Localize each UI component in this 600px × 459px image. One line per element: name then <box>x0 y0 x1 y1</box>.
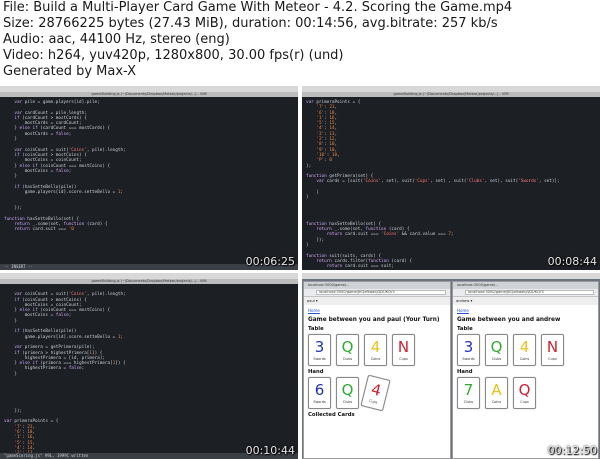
card-suit: Coins <box>491 400 502 404</box>
home-link[interactable]: Home <box>457 308 594 313</box>
playing-card[interactable]: N Cups <box>392 334 415 366</box>
card-value: N <box>546 338 559 356</box>
table-cards: 3 Swords Q Clubs 4 Coins N Cups <box>457 334 594 366</box>
hand-cards: 6 Swords Q Clubs 4 Cups <box>308 374 446 412</box>
table-cards: 3 Swords Q Clubs 4 Coins N Cups <box>308 334 446 366</box>
browser-window-andrew: localhost:3000/game/... localhost:3000/g… <box>452 281 599 459</box>
card-suit: Clubs <box>342 357 353 361</box>
thumbnail-1: MacVim File Edit Tools Syntax Buffers Wi… <box>0 86 298 270</box>
playing-card[interactable]: 4 Cups <box>360 374 391 412</box>
card-suit: Cups <box>399 357 408 361</box>
thumbnail-3: MacVim File Edit Tools Syntax Buffers Wi… <box>0 273 298 459</box>
code-editor[interactable]: var coinCount = suit('Coins', pile).leng… <box>0 284 298 459</box>
card-value: 6 <box>314 381 325 399</box>
hand-heading: Hand <box>308 369 324 375</box>
timestamp: 00:08:44 <box>547 255 597 268</box>
playing-card[interactable]: 4 Coins <box>513 334 536 366</box>
card-value: Q <box>518 381 531 399</box>
playing-card[interactable]: N Cups <box>541 334 564 366</box>
playing-card[interactable]: 7 Clubs <box>457 377 480 409</box>
card-value: 4 <box>370 338 381 356</box>
file-info-line: File: Build a Multi-Player Card Game Wit… <box>3 0 513 15</box>
playing-card[interactable]: A Coins <box>485 377 508 409</box>
card-value: A <box>491 381 502 399</box>
browser-window-paul: localhost:3000/game/... localhost:3000/g… <box>303 281 451 459</box>
table-heading: Table <box>308 326 324 332</box>
card-suit: Cups <box>520 400 529 404</box>
thumbnail-2: MacVim File Edit Tools Syntax Buffers Wi… <box>302 86 600 270</box>
card-suit: Swords <box>462 357 475 361</box>
playing-card[interactable]: 6 Swords <box>308 377 331 409</box>
timestamp: 00:06:25 <box>245 255 295 268</box>
card-suit: Cups <box>368 398 378 405</box>
card-suit: Swords <box>313 400 326 404</box>
card-suit: Swords <box>313 357 326 361</box>
hand-heading: Hand <box>457 369 473 375</box>
file-info-header: File: Build a Multi-Player Card Game Wit… <box>0 0 600 86</box>
card-value: 3 <box>463 338 474 356</box>
card-suit: Clubs <box>463 400 474 404</box>
hand-cards: 7 Clubs A Coins Q Cups <box>457 377 594 409</box>
timestamp: 00:12:50 <box>547 444 597 457</box>
playing-card[interactable]: Q Cups <box>513 377 536 409</box>
card-value: 4 <box>519 338 530 356</box>
card-suit: Clubs <box>491 357 502 361</box>
url-field[interactable]: localhost:3000/game/JKQafkdakjQDUKQr3 <box>316 290 446 295</box>
playing-card[interactable]: 3 Swords <box>308 334 331 366</box>
game-title: Game between you and andrew <box>457 317 561 323</box>
card-suit: Cups <box>548 357 557 361</box>
url-field[interactable]: localhost:3000/game/JKQafkdakjQDUKQr3 <box>465 290 594 295</box>
home-link[interactable]: Home <box>308 308 446 313</box>
collected-heading: Collected Cards <box>308 412 355 418</box>
card-value: Q <box>490 338 503 356</box>
playing-card[interactable]: Q Clubs <box>336 377 359 409</box>
card-suit: Coins <box>370 357 381 361</box>
playing-card[interactable]: Q Clubs <box>336 334 359 366</box>
audio-info-line: Audio: aac, 44100 Hz, stereo (eng) <box>3 32 230 47</box>
code-editor[interactable]: var pile = game.players[id].pile; var ca… <box>0 97 298 270</box>
card-value: 3 <box>314 338 325 356</box>
card-value: Q <box>341 338 354 356</box>
card-value: 4 <box>369 380 384 400</box>
card-suit: Coins <box>519 357 530 361</box>
code-line: var cards = [suit('Coins', set), suit('C… <box>316 179 560 185</box>
game-title: Game between you and paul (Your Turn) <box>308 317 440 323</box>
playing-card[interactable]: 3 Swords <box>457 334 480 366</box>
playing-card[interactable]: 4 Coins <box>364 334 387 366</box>
video-info-line: Video: h264, yuv420p, 1280x800, 30.00 fp… <box>3 48 344 63</box>
size-info-line: Size: 28766225 bytes (27.43 MiB), durati… <box>3 16 498 31</box>
code-editor[interactable]: var primeraPoints = { '7': 21, '6': 18, … <box>302 97 600 270</box>
playing-card[interactable]: Q Clubs <box>485 334 508 366</box>
card-value: 7 <box>463 381 474 399</box>
card-suit: Clubs <box>342 400 353 404</box>
browser-tab[interactable]: localhost:3000/game/... <box>304 282 450 289</box>
thumbnail-4: Chrome File Edit View History Bookmarks … <box>302 273 600 459</box>
browser-tab[interactable]: localhost:3000/game/... <box>453 282 598 289</box>
table-heading: Table <box>457 326 473 332</box>
card-value: N <box>397 338 410 356</box>
card-value: Q <box>341 381 354 399</box>
chrome-menubar: Chrome File Edit View History Bookmarks … <box>302 273 600 289</box>
timestamp: 00:10:44 <box>245 444 295 457</box>
generator-info-line: Generated by Max-X <box>3 64 137 79</box>
